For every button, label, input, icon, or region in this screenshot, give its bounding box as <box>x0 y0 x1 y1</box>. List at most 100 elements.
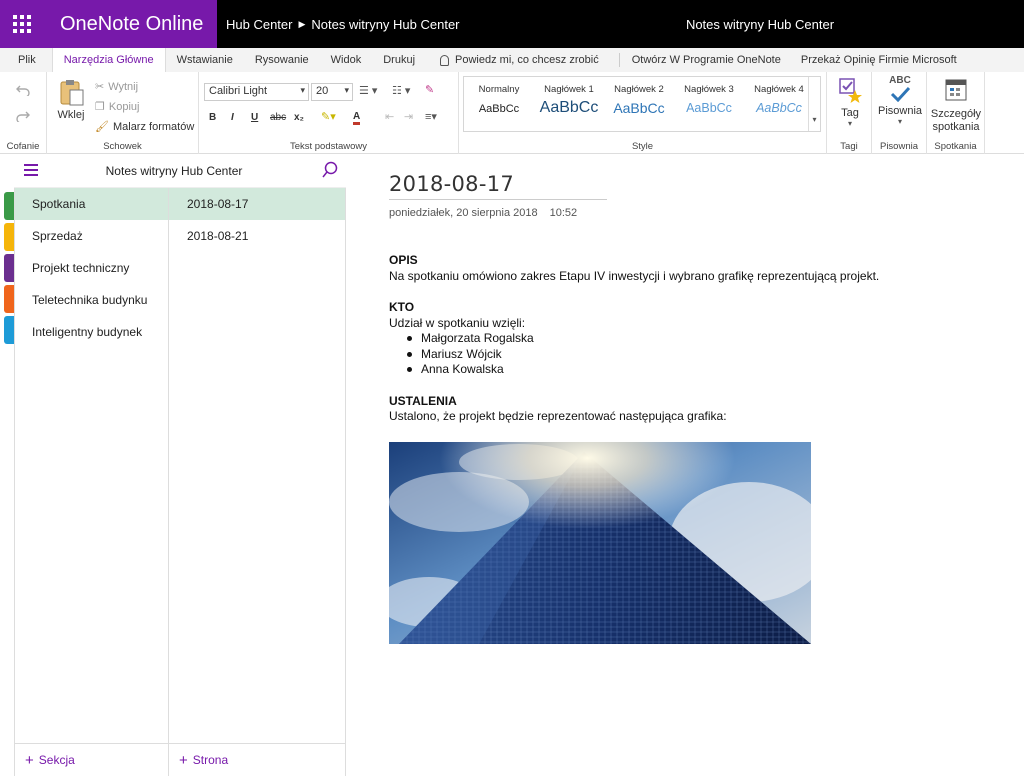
section-item-inteligentny-budynek[interactable]: Inteligentny budynek <box>15 316 168 348</box>
spelling-button[interactable]: ABC Pisownia ▾ <box>877 76 923 127</box>
paste-label: Wklej <box>57 109 85 121</box>
checkmark-icon <box>890 86 911 103</box>
feedback-button[interactable]: Przekaż Opinię Firmie Microsoft <box>789 48 965 72</box>
tab-print[interactable]: Drukuj <box>372 48 426 72</box>
style-normal[interactable]: Normalny AaBbCc <box>464 77 534 115</box>
style-normal-sample: AaBbCc <box>478 103 520 115</box>
styles-gallery: Normalny AaBbCc Nagłówek 1 AaBbCc Nagłów… <box>463 76 821 132</box>
section-color-tab[interactable] <box>4 254 14 282</box>
cut-label: Wytnij <box>108 80 139 93</box>
add-section-button[interactable]: + Sekcja <box>14 743 169 776</box>
style-normal-name: Normalny <box>478 84 520 95</box>
redo-icon[interactable] <box>16 110 30 122</box>
hamburger-icon[interactable] <box>24 164 38 176</box>
align-left-icon: ≡▾ <box>425 111 437 123</box>
tab-file[interactable]: Plik <box>0 48 52 72</box>
style-heading-1[interactable]: Nagłówek 1 AaBbCc <box>534 77 604 117</box>
add-page-button[interactable]: + Strona <box>169 743 346 776</box>
style-heading-3[interactable]: Nagłówek 3 AaBbCc <box>674 77 744 115</box>
section-item-teletechnika[interactable]: Teletechnika budynku <box>15 284 168 316</box>
section-color-tab[interactable] <box>4 223 14 251</box>
font-size-dropdown[interactable]: 20 <box>311 83 353 101</box>
tag-checkbox-star-icon <box>839 78 862 103</box>
subscript-button[interactable]: x₂ <box>294 112 304 123</box>
ribbon-tabs: Plik Narzędzia Główne Wstawianie Rysowan… <box>0 47 1024 73</box>
section-item-spotkania[interactable]: Spotkania <box>15 188 168 220</box>
styles-group-label: Style <box>631 141 654 152</box>
font-name-dropdown[interactable]: Calibri Light <box>204 83 309 101</box>
italic-button[interactable]: I <box>231 112 234 123</box>
cut-button[interactable]: ✂ Wytnij <box>95 80 139 94</box>
section-item-sprzedaz[interactable]: Sprzedaż <box>15 220 168 252</box>
chevron-down-icon: ▾ <box>812 115 817 124</box>
format-painter-label: Malarz formatów <box>112 120 195 133</box>
lightbulb-icon <box>440 54 450 66</box>
bold-button[interactable]: B <box>209 112 216 123</box>
app-name[interactable]: OneNote Online <box>44 0 217 48</box>
add-page-label: Strona <box>192 753 229 767</box>
numbering-button[interactable]: ☷ ▾ <box>392 84 410 97</box>
spelling-group: ABC Pisownia ▾ Pisownia <box>872 72 927 154</box>
clear-format-button[interactable]: ✎ <box>425 83 434 96</box>
page-item[interactable]: 2018-08-17 <box>169 188 345 220</box>
style-heading-4[interactable]: Nagłówek 4 AaBbCc <box>744 77 814 115</box>
strikethrough-button[interactable]: abc <box>270 112 286 123</box>
indent-button[interactable]: ⇥ <box>404 110 413 123</box>
section-color-tab[interactable] <box>4 192 14 220</box>
highlighter-icon: ✎▾ <box>321 111 336 123</box>
breadcrumb-site[interactable]: Hub Center <box>226 17 292 32</box>
style-heading-3-name: Nagłówek 3 <box>684 84 734 95</box>
tab-view[interactable]: Widok <box>320 48 373 72</box>
brush-icon: 🖌 <box>95 121 109 133</box>
paste-button[interactable]: Wklej <box>55 78 87 121</box>
ustalenia-text: Ustalono, że projekt będzie reprezentowa… <box>389 409 727 423</box>
skyscraper-image[interactable] <box>389 441 811 644</box>
meetings-group: Szczegóły spotkania Spotkania <box>927 72 985 154</box>
page-item[interactable]: 2018-08-21 <box>169 220 345 252</box>
participants-list: Małgorzata Rogalska Mariusz Wójcik Anna … <box>389 331 1009 378</box>
copy-icon: ❐ <box>95 101 105 113</box>
open-in-app-button[interactable]: Otwórz W Programie OneNote <box>620 48 789 72</box>
tag-button[interactable]: Tag ▾ <box>833 76 867 128</box>
basic-text-group-label: Tekst podstawowy <box>289 141 368 152</box>
plus-icon: + <box>25 751 34 769</box>
style-heading-2-name: Nagłówek 2 <box>614 84 664 95</box>
outdent-button[interactable]: ⇤ <box>385 110 394 123</box>
add-section-label: Sekcja <box>38 753 75 767</box>
copy-label: Kopiuj <box>108 100 140 113</box>
sections-list: Spotkania Sprzedaż Projekt techniczny Te… <box>14 188 169 743</box>
style-heading-4-sample: AaBbCc <box>756 101 802 115</box>
eraser-icon: ✎ <box>425 84 435 96</box>
style-heading-2[interactable]: Nagłówek 2 AaBbCc <box>604 77 674 116</box>
undo-icon[interactable] <box>16 84 30 96</box>
section-color-tab[interactable] <box>4 285 14 313</box>
font-color-button[interactable]: A <box>353 111 361 125</box>
copy-button[interactable]: ❐ Kopiuj <box>95 100 140 114</box>
styles-more-button[interactable]: ▾ <box>808 77 820 131</box>
bullets-button[interactable]: ☰ ▾ <box>359 84 377 97</box>
page-title[interactable]: 2018-08-17 <box>389 172 607 200</box>
tell-me-box[interactable]: Powiedz mi, co chcesz zrobić <box>426 53 620 67</box>
breadcrumb-notebook[interactable]: Notes witryny Hub Center <box>311 17 459 32</box>
tab-home[interactable]: Narzędzia Główne <box>51 47 166 73</box>
spelling-label: Pisownia <box>877 105 923 117</box>
breadcrumb: Hub Center ▶ Notes witryny Hub Center <box>217 17 460 32</box>
tab-draw[interactable]: Rysowanie <box>244 48 320 72</box>
meeting-details-button[interactable]: Szczegóły spotkania <box>929 76 983 134</box>
align-button[interactable]: ≡▾ <box>425 110 437 123</box>
section-item-projekt-techniczny[interactable]: Projekt techniczny <box>15 252 168 284</box>
style-heading-1-sample: AaBbCc <box>539 99 599 116</box>
meetings-group-label: Spotkania <box>934 141 977 152</box>
highlight-button[interactable]: ✎▾ <box>321 110 336 123</box>
format-painter-button[interactable]: 🖌 Malarz formatów <box>95 120 195 134</box>
page-body[interactable]: OPIS Na spotkaniu omówiono zakres Etapu … <box>389 253 1009 425</box>
meeting-calendar-icon <box>945 79 967 101</box>
app-launcher-button[interactable] <box>0 0 44 48</box>
page-canvas[interactable]: 2018-08-17 poniedziałek, 20 sierpnia 201… <box>389 154 1009 644</box>
ustalenia-heading: USTALENIA <box>389 393 457 408</box>
underline-button[interactable]: U <box>251 112 258 123</box>
section-color-tab[interactable] <box>4 316 14 344</box>
tab-insert[interactable]: Wstawianie <box>166 48 244 72</box>
top-bar: OneNote Online Hub Center ▶ Notes witryn… <box>0 0 1024 48</box>
search-icon[interactable] <box>321 161 339 179</box>
